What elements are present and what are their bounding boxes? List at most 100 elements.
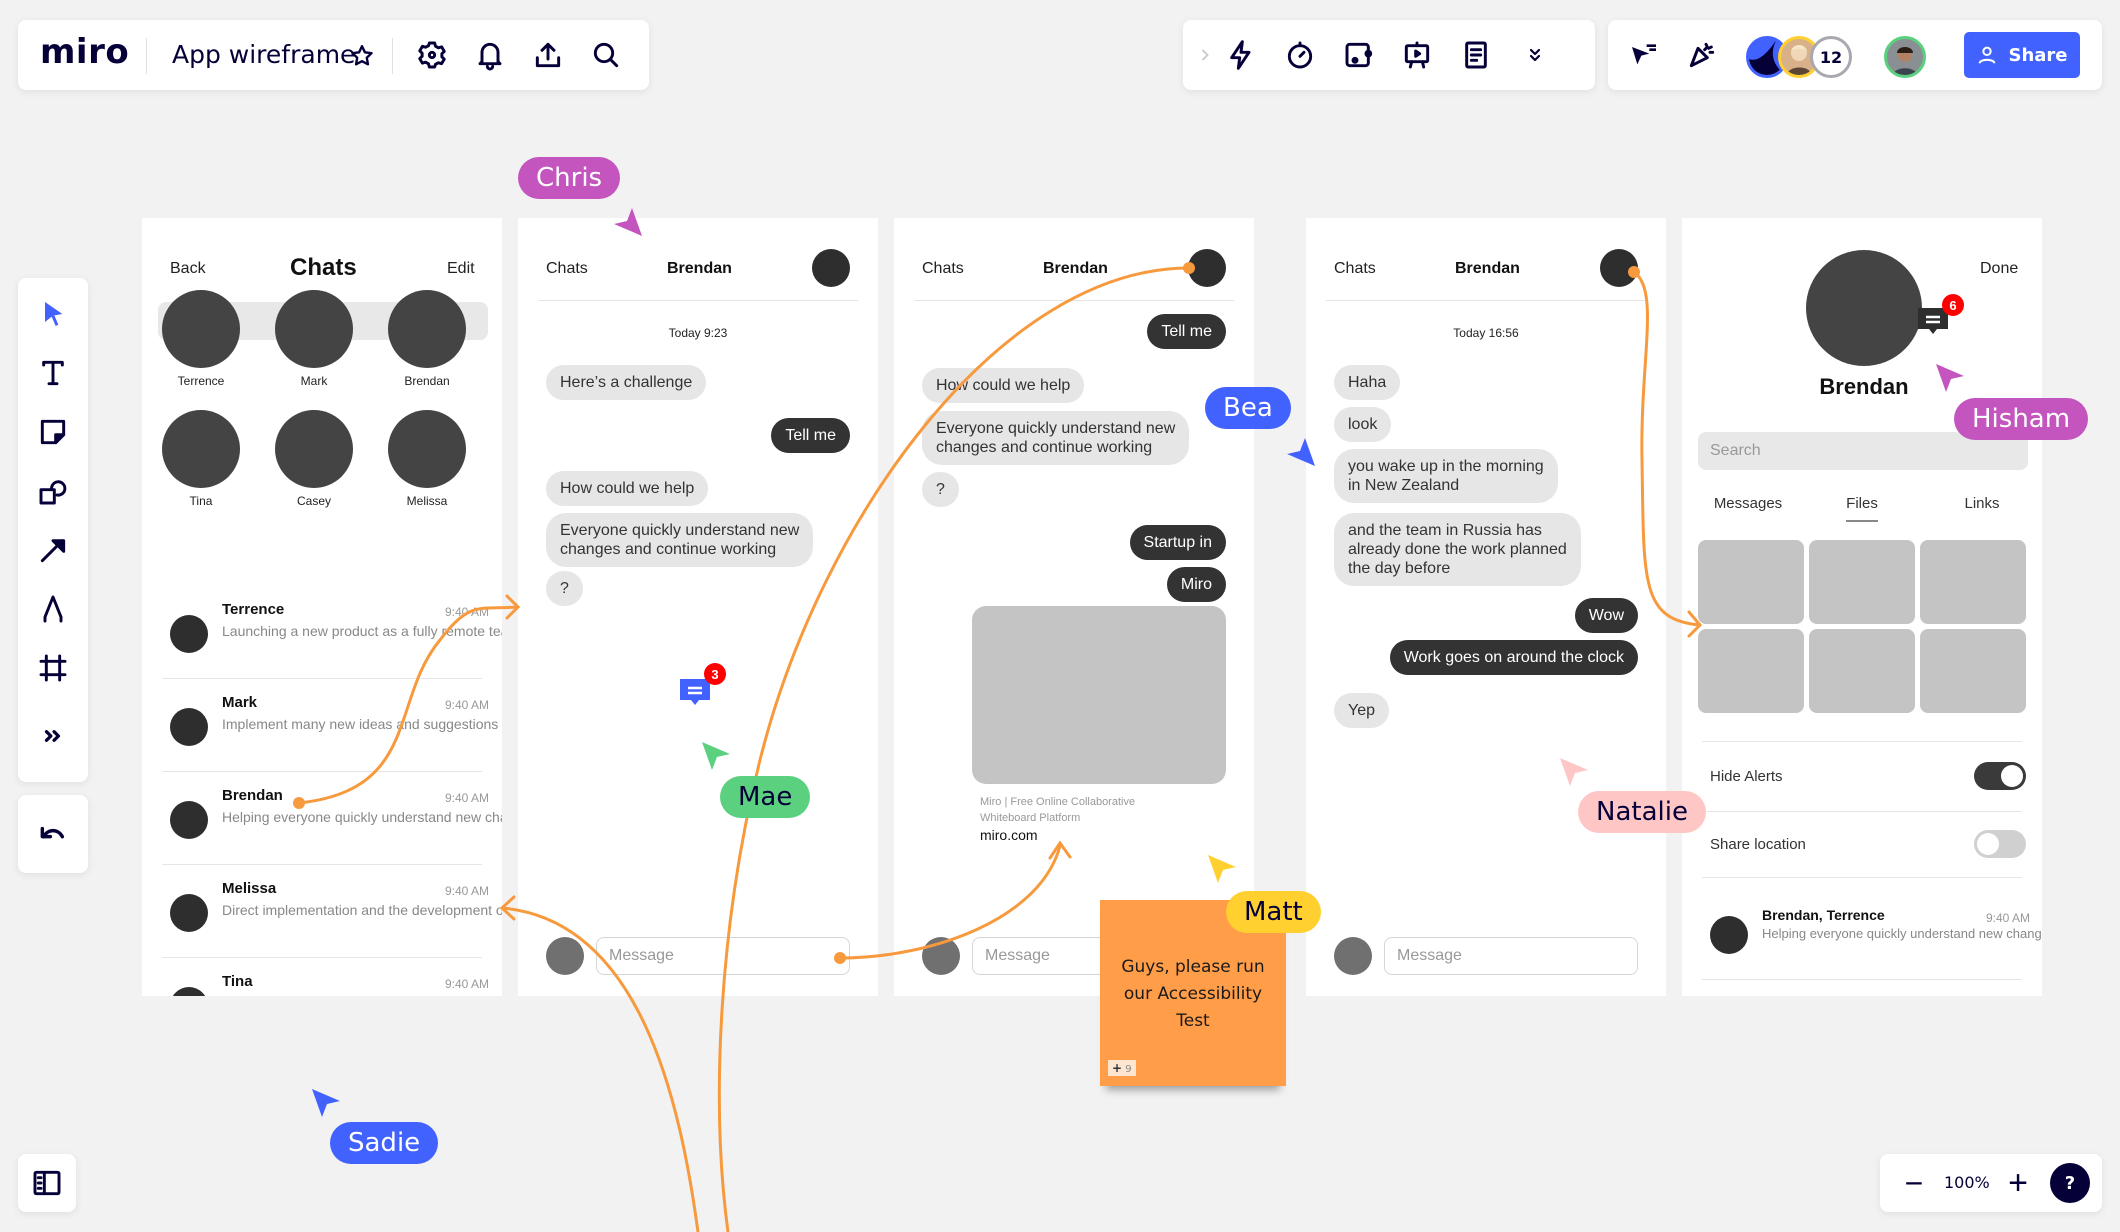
divider [162,957,482,958]
miro-logo[interactable]: miro [40,32,129,72]
link-preview-title: Miro | Free Online Collaborative Whitebo… [980,796,1136,824]
comment-pin[interactable]: 6 [1916,294,1964,336]
back-link[interactable]: Back [170,260,206,278]
frame-chat-3[interactable]: Chats Brendan Today 16:56 Haha look you wa… [1306,218,1666,996]
chat-name[interactable]: Mark [222,694,257,711]
message-input[interactable]: Message [1384,937,1638,975]
comment-pin[interactable]: 3 [678,663,726,707]
gear-icon[interactable] [410,33,454,77]
text-tool-icon[interactable] [31,351,75,395]
select-tool-icon[interactable] [31,292,75,336]
done-link[interactable]: Done [1980,260,2018,278]
zoom-level[interactable]: 100% [1944,1173,1990,1192]
chat-avatar[interactable] [170,894,208,932]
zoom-out-button[interactable]: − [1892,1161,1936,1205]
celebration-icon[interactable] [1680,33,1724,77]
chevron-right-icon[interactable] [1193,33,1217,77]
chat-name[interactable]: Tina [222,973,253,990]
contact-avatar[interactable] [388,410,466,488]
frame-profile[interactable]: Done Brendan Search Messages Files Links H… [1682,218,2042,996]
more-tools-icon[interactable] [31,714,75,758]
double-chevron-down-icon[interactable] [1513,33,1557,77]
chat-name[interactable]: Brendan [222,787,283,804]
upload-icon[interactable] [526,33,570,77]
incoming-message: ? [546,571,583,606]
back-to-chats[interactable]: Chats [922,260,964,278]
search-icon[interactable] [584,33,628,77]
contact-avatar[interactable] [275,290,353,368]
notes-icon[interactable] [1454,33,1498,77]
board-title[interactable]: App wireframe [172,40,355,69]
contact-avatar[interactable] [388,290,466,368]
reaction-counter[interactable]: + 9 [1108,1060,1136,1076]
share-label: Share [2008,44,2068,66]
tab-links[interactable]: Links [1932,495,2032,512]
chat-avatar[interactable] [170,615,208,653]
toggle-share-location[interactable] [1974,830,2026,858]
link-preview-image[interactable] [972,606,1226,784]
arrow-head [505,594,521,620]
frames-panel-toggle[interactable] [18,1154,76,1212]
presentation-icon[interactable] [1395,33,1439,77]
message-input[interactable]: Message [596,937,850,975]
chat-avatar[interactable] [170,708,208,746]
contact-avatar[interactable] [162,290,240,368]
star-icon[interactable] [344,34,380,78]
chat-avatar[interactable] [170,801,208,839]
tab-files[interactable]: Files [1822,495,1902,512]
divider [392,38,393,74]
undo-icon[interactable] [31,812,75,856]
share-button[interactable]: Share [1964,32,2080,78]
outgoing-message: Startup in [1129,525,1226,560]
sticky-note-tool-icon[interactable] [31,410,75,454]
file-thumbnail[interactable] [1809,629,1915,713]
incoming-message: ? [922,472,959,507]
cursor-filter-icon[interactable] [1622,33,1666,77]
current-user-avatar[interactable] [1884,36,1926,78]
divider [1326,300,1646,301]
avatar[interactable] [1600,249,1638,287]
contact-name: Casey [296,494,331,508]
active-tab-indicator [1846,520,1878,522]
bell-icon[interactable] [468,33,512,77]
file-thumbnail[interactable] [1698,629,1804,713]
zoom-controls: − 100% + ? [1880,1154,2102,1212]
arrow-tool-icon[interactable] [31,528,75,572]
collaborators-count[interactable]: 12 [1810,36,1852,78]
help-button[interactable]: ? [2050,1163,2090,1203]
avatar[interactable] [1188,249,1226,287]
outgoing-message: Tell me [771,418,850,453]
back-to-chats[interactable]: Chats [1334,260,1376,278]
back-to-chats[interactable]: Chats [546,260,588,278]
chat-name[interactable]: Terrence [222,601,284,618]
shapes-tool-icon[interactable] [31,469,75,513]
frame-chat-1[interactable]: Chats Brendan Today 9:23 Here’s a challe… [518,218,878,996]
contact-avatar[interactable] [275,410,353,488]
chat-name[interactable]: Melissa [222,880,276,897]
frame-chats-list[interactable]: Back Chats Edit Search TerrenceMarkBrend… [142,218,502,996]
cursor-label-hisham: Hisham [1954,398,2089,440]
zoom-in-button[interactable]: + [1996,1161,2040,1205]
contact-avatar[interactable] [162,410,240,488]
chat-avatar[interactable] [170,987,208,996]
video-chat-icon[interactable] [1337,33,1381,77]
timer-icon[interactable] [1278,33,1322,77]
file-thumbnail[interactable] [1920,540,2026,624]
avatar[interactable] [812,249,850,287]
frame-chat-2[interactable]: Chats Brendan Tell me How could we help Ev… [894,218,1254,996]
plus-icon: + [1112,1061,1123,1075]
chats-title: Chats [290,254,357,281]
frame-tool-icon[interactable] [31,646,75,690]
pen-tool-icon[interactable] [31,587,75,631]
cursor-hisham-icon [1934,362,1966,394]
edit-link[interactable]: Edit [447,260,475,278]
file-thumbnail[interactable] [1698,540,1804,624]
file-thumbnail[interactable] [1920,629,2026,713]
tab-messages[interactable]: Messages [1698,495,1798,512]
toggle-hide-alerts[interactable] [1974,762,2026,790]
link-preview-domain[interactable]: miro.com [980,827,1038,843]
lightning-icon[interactable] [1219,33,1263,77]
group-chat-name[interactable]: Brendan, Terrence [1762,907,1885,923]
cursor-matt-icon [1206,853,1238,885]
file-thumbnail[interactable] [1809,540,1915,624]
